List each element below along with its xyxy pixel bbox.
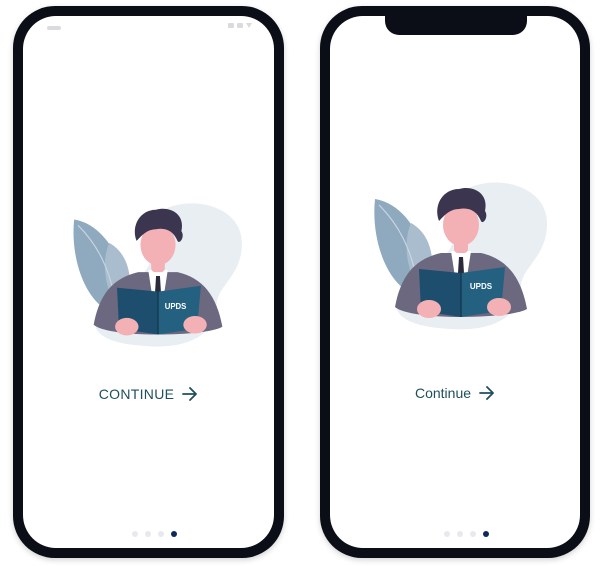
right-hand: [183, 315, 207, 334]
page-dot-active[interactable]: [482, 531, 489, 537]
arrow-right-icon: [182, 387, 198, 401]
book-label: UPDS: [165, 302, 187, 311]
continue-button[interactable]: CONTINUE: [23, 386, 274, 402]
right-hand: [487, 298, 511, 316]
page-dot[interactable]: [158, 531, 164, 537]
wifi-icon: [237, 23, 243, 28]
page-dot[interactable]: [132, 531, 138, 537]
camera-notch: [385, 16, 527, 35]
page-dot[interactable]: [145, 531, 151, 537]
status-bar-pill: [47, 26, 61, 30]
arrow-right-icon: [479, 386, 494, 400]
page-dot[interactable]: [456, 531, 463, 537]
phone-frame-right: UPDS Continue: [320, 6, 590, 558]
pagination-dots: [23, 531, 274, 537]
student-reading-illustration: UPDS: [73, 203, 242, 347]
page-dot[interactable]: [443, 531, 450, 537]
pagination-dots: [330, 531, 580, 537]
phone-frame-left: UPDS CONTINUE: [13, 6, 284, 558]
continue-label: CONTINUE: [98, 386, 175, 402]
onboarding-screen: UPDS Continue: [330, 16, 580, 548]
left-hand: [417, 300, 441, 318]
continue-button[interactable]: Continue: [330, 385, 580, 401]
left-hand: [115, 317, 139, 336]
signal-icon: [228, 23, 234, 28]
onboarding-screen: UPDS CONTINUE: [23, 16, 274, 548]
student-reading-illustration: UPDS: [374, 182, 548, 330]
battery-icon: [246, 23, 252, 28]
page-dot-active[interactable]: [171, 531, 177, 537]
page-dot[interactable]: [469, 531, 476, 537]
book-label: UPDS: [470, 282, 493, 291]
continue-label: Continue: [414, 385, 472, 401]
status-bar-icons: [228, 23, 252, 28]
